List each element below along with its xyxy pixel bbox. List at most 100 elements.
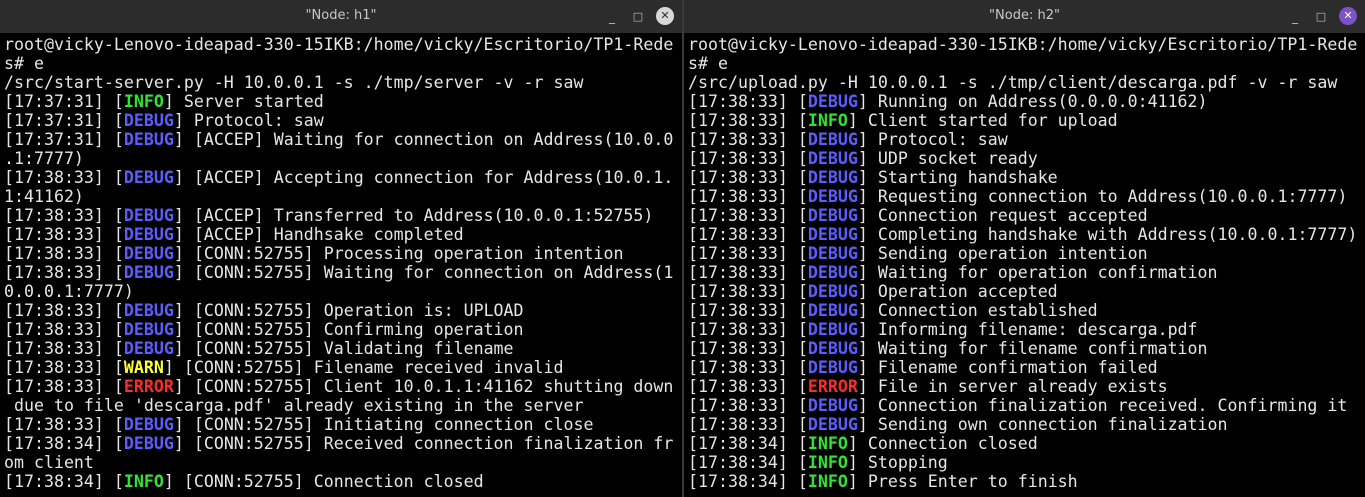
terminal-line: due to file 'descarga.pdf' already exist… <box>4 396 682 415</box>
timestamp: [17:38:33] <box>688 263 798 282</box>
terminal-line: [17:38:33] [INFO] Client started for upl… <box>688 111 1365 130</box>
close-icon[interactable]: ✕ <box>1339 7 1357 25</box>
tag-bracket: ] <box>173 377 184 396</box>
timestamp: [17:38:33] <box>688 415 798 434</box>
tag-bracket: ] <box>173 225 184 244</box>
tag-bracket: [ <box>113 434 124 453</box>
tag-bracket: ] <box>173 206 184 225</box>
terminal-window-h2[interactable]: "Node: h2" _ □ ✕ root@vicky-Lenovo-ideap… <box>684 0 1365 497</box>
terminal-line: [17:38:33] [DEBUG] [CONN:52755] Processi… <box>4 244 682 263</box>
timestamp: [17:38:33] <box>688 149 798 168</box>
log-level-debug: DEBUG <box>123 244 174 263</box>
terminal-line: [17:38:33] [DEBUG] Waiting for filename … <box>688 339 1365 358</box>
tag-bracket: ] <box>857 130 868 149</box>
terminal-output[interactable]: root@vicky-Lenovo-ideapad-330-15IKB:/hom… <box>684 33 1365 497</box>
terminal-line: [17:37:31] [INFO] Server started <box>4 92 682 111</box>
terminal-output[interactable]: root@vicky-Lenovo-ideapad-330-15IKB:/hom… <box>0 33 682 497</box>
terminal-line: [17:38:33] [WARN] [CONN:52755] Filename … <box>4 358 682 377</box>
log-level-debug: DEBUG <box>123 415 174 434</box>
terminal-text: s# e . <box>4 54 682 73</box>
tag-bracket: [ <box>797 377 808 396</box>
log-level-info: INFO <box>807 111 848 130</box>
terminal-line: [17:38:33] [DEBUG] Running on Address(0.… <box>688 92 1365 111</box>
terminal-line: /src/upload.py -H 10.0.0.1 -s ./tmp/clie… <box>688 73 1365 92</box>
timestamp: [17:38:33] <box>688 225 798 244</box>
title-bar[interactable]: "Node: h1" _ □ ✕ <box>0 0 682 33</box>
log-level-debug: DEBUG <box>807 358 858 377</box>
timestamp: [17:38:34] <box>688 472 798 491</box>
tag-bracket: [ <box>113 263 124 282</box>
tag-bracket: ] <box>857 415 868 434</box>
log-message: Protocol: saw <box>867 130 1008 149</box>
minimize-icon[interactable]: _ <box>602 7 622 27</box>
tag-bracket: ] <box>173 415 184 434</box>
close-icon[interactable]: ✕ <box>656 7 674 25</box>
window-title: "Node: h2" <box>989 8 1060 23</box>
tag-bracket: ] <box>857 282 868 301</box>
log-message: [ACCEP] Handhsake completed <box>183 225 464 244</box>
log-level-debug: DEBUG <box>807 282 858 301</box>
log-message: [CONN:52755] Client 10.0.1.1:41162 shutt… <box>183 377 674 396</box>
timestamp: [17:37:31] <box>4 111 114 130</box>
log-level-info: INFO <box>123 92 164 111</box>
terminal-line: [17:38:33] [DEBUG] [CONN:52755] Operatio… <box>4 301 682 320</box>
tag-bracket: [ <box>113 320 124 339</box>
log-level-debug: DEBUG <box>123 130 174 149</box>
terminal-line: [17:37:31] [DEBUG] Protocol: saw <box>4 111 682 130</box>
terminal-line: [17:38:33] [DEBUG] [ACCEP] Accepting con… <box>4 168 682 187</box>
terminal-line: [17:38:34] [INFO] Connection closed <box>688 434 1365 453</box>
terminal-line: [17:38:34] [INFO] [CONN:52755] Connectio… <box>4 472 682 491</box>
terminal-text: 0.0.0.1:7777) <box>4 282 134 301</box>
log-level-debug: DEBUG <box>123 339 174 358</box>
terminal-window-h1[interactable]: "Node: h1" _ □ ✕ root@vicky-Lenovo-ideap… <box>0 0 682 497</box>
log-level-info: INFO <box>807 453 848 472</box>
timestamp: [17:38:33] <box>688 301 798 320</box>
timestamp: [17:38:34] <box>4 434 114 453</box>
tag-bracket: ] <box>173 263 184 282</box>
title-bar[interactable]: "Node: h2" _ □ ✕ <box>684 0 1365 33</box>
tag-bracket: ] <box>173 434 184 453</box>
terminal-text: root@vicky-Lenovo-ideapad-330-15IKB:/hom… <box>4 35 674 54</box>
terminal-text: 1:41162) <box>4 187 84 206</box>
log-level-error: ERROR <box>807 377 858 396</box>
timestamp: [17:38:33] <box>688 320 798 339</box>
terminal-line: om client <box>4 453 682 472</box>
tag-bracket: ] <box>173 130 184 149</box>
log-message: [CONN:52755] Validating filename <box>183 339 514 358</box>
terminal-text: /src/upload.py -H 10.0.0.1 -s ./tmp/clie… <box>688 73 1338 92</box>
timestamp: [17:38:33] <box>688 168 798 187</box>
tag-bracket: ] <box>173 168 184 187</box>
log-message: Client started for upload <box>857 111 1118 130</box>
terminal-line: [17:38:33] [DEBUG] Filename confirmation… <box>688 358 1365 377</box>
log-message: [CONN:52755] Processing operation intent… <box>183 244 624 263</box>
timestamp: [17:38:33] <box>688 92 798 111</box>
log-level-debug: DEBUG <box>807 92 858 111</box>
terminal-line: [17:38:33] [DEBUG] Sending own connectio… <box>688 415 1365 434</box>
log-message: Server started <box>173 92 324 111</box>
maximize-icon[interactable]: □ <box>1311 7 1331 27</box>
tag-bracket: [ <box>113 92 124 111</box>
terminal-line: [17:37:31] [DEBUG] [ACCEP] Waiting for c… <box>4 130 682 149</box>
terminal-line: [17:38:34] [INFO] Stopping <box>688 453 1365 472</box>
tag-bracket: [ <box>113 244 124 263</box>
timestamp: [17:38:33] <box>688 187 798 206</box>
terminal-line: [17:38:33] [DEBUG] [CONN:52755] Initiati… <box>4 415 682 434</box>
tag-bracket: [ <box>797 301 808 320</box>
tag-bracket: [ <box>113 111 124 130</box>
maximize-icon[interactable]: □ <box>628 7 648 27</box>
log-message: Sending own connection finalization <box>867 415 1228 434</box>
terminal-text: due to file 'descarga.pdf' already exist… <box>4 396 584 415</box>
timestamp: [17:38:33] <box>4 415 114 434</box>
tag-bracket: ] <box>847 472 858 491</box>
timestamp: [17:38:33] <box>4 206 114 225</box>
terminal-line: [17:38:33] [DEBUG] [CONN:52755] Confirmi… <box>4 320 682 339</box>
terminal-line: [17:38:33] [DEBUG] Connection request ac… <box>688 206 1365 225</box>
timestamp: [17:38:33] <box>4 168 114 187</box>
tag-bracket: ] <box>857 377 868 396</box>
log-level-debug: DEBUG <box>807 301 858 320</box>
tag-bracket: [ <box>797 263 808 282</box>
minimize-icon[interactable]: _ <box>1285 7 1305 27</box>
timestamp: [17:38:33] <box>688 206 798 225</box>
tag-bracket: [ <box>797 396 808 415</box>
